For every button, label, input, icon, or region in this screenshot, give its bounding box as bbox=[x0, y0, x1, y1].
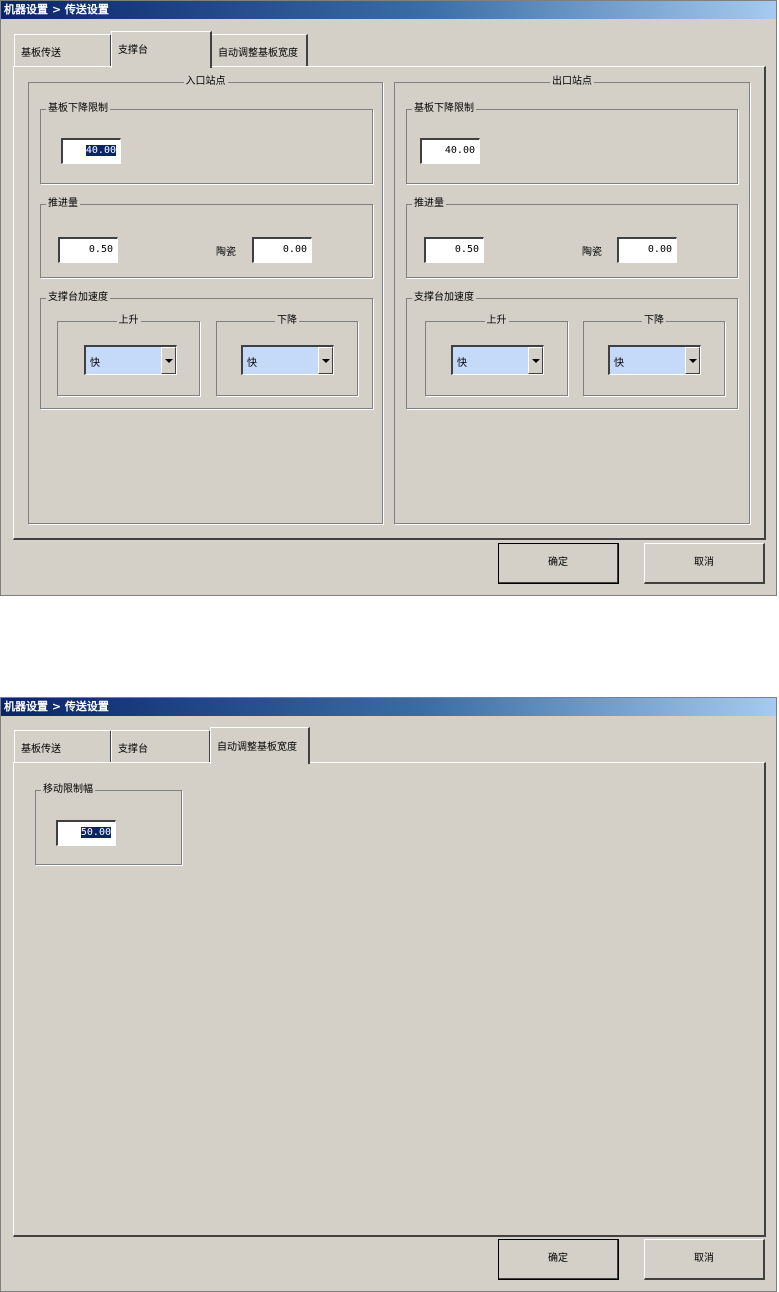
entry-speed-label: 支撑台加速度 bbox=[46, 291, 110, 305]
entry-ceramic-label: 陶瓷 bbox=[216, 247, 236, 258]
exit-speed-group: 支撑台加速度 上升 快 下降 快 bbox=[406, 291, 738, 409]
entry-station-title: 入口站点 bbox=[183, 75, 228, 89]
exit-up-label: 上升 bbox=[484, 314, 509, 328]
move-limit-label: 移动限制幅 bbox=[41, 783, 95, 797]
exit-down-label: 下降 bbox=[642, 314, 666, 328]
ok-button[interactable]: 确定 bbox=[498, 543, 619, 584]
entry-up-group: 上升 快 bbox=[57, 314, 200, 396]
dialog-auto-width: 机器设置 > 传送设置 基板传送 支撑台 自动调整基板宽度 移动限制幅 50.0… bbox=[0, 697, 777, 1292]
tab-label: 基板传送 bbox=[21, 48, 61, 59]
chevron-down-icon[interactable] bbox=[161, 347, 176, 374]
chevron-down-icon[interactable] bbox=[685, 347, 700, 374]
entry-up-select[interactable]: 快 bbox=[84, 345, 177, 375]
exit-down-select[interactable]: 快 bbox=[608, 345, 701, 375]
tab-label: 自动调整基板宽度 bbox=[218, 48, 298, 59]
exit-station-title: 出口站点 bbox=[550, 75, 594, 89]
tab-substrate-transfer[interactable]: 基板传送 bbox=[14, 34, 112, 66]
cancel-button[interactable]: 取消 bbox=[644, 1239, 765, 1280]
tab-support-table[interactable]: 支撑台 bbox=[111, 730, 211, 762]
entry-ceramic-input[interactable]: 0.00 bbox=[252, 237, 312, 263]
entry-down-group: 下降 快 bbox=[216, 314, 358, 396]
exit-speed-label: 支撑台加速度 bbox=[412, 291, 476, 305]
tab-label: 基板传送 bbox=[21, 744, 61, 755]
chevron-down-icon[interactable] bbox=[528, 347, 543, 374]
window-title: 机器设置 > 传送设置 bbox=[1, 698, 776, 716]
entry-push-input[interactable]: 0.50 bbox=[58, 237, 118, 263]
tab-auto-width[interactable]: 自动调整基板宽度 bbox=[211, 34, 308, 66]
entry-up-label: 上升 bbox=[116, 314, 141, 328]
entry-speed-group: 支撑台加速度 上升 快 下降 快 bbox=[40, 291, 373, 409]
exit-ceramic-input[interactable]: 0.00 bbox=[617, 237, 677, 263]
entry-down-label: 下降 bbox=[275, 314, 299, 328]
entry-lower-limit-input[interactable]: 40.00 bbox=[61, 138, 121, 164]
entry-push-group: 推进量 0.50 陶瓷 0.00 bbox=[40, 197, 373, 278]
tab-panel: 移动限制幅 50.00 bbox=[13, 762, 766, 1237]
exit-up-select[interactable]: 快 bbox=[451, 345, 544, 375]
window-title: 机器设置 > 传送设置 bbox=[1, 1, 776, 19]
ok-button[interactable]: 确定 bbox=[498, 1239, 619, 1280]
exit-push-group: 推进量 0.50 陶瓷 0.00 bbox=[406, 197, 738, 278]
tab-label: 支撑台 bbox=[118, 45, 148, 56]
chevron-down-icon[interactable] bbox=[318, 347, 333, 374]
entry-station-group: 入口站点 基板下降限制 40.00 推进量 0.50 陶瓷 0.00 支撑台加速… bbox=[28, 75, 383, 524]
exit-up-group: 上升 快 bbox=[425, 314, 568, 396]
exit-down-group: 下降 快 bbox=[583, 314, 725, 396]
dialog-support-table: 机器设置 > 传送设置 基板传送 支撑台 自动调整基板宽度 入口站点 基板下降限… bbox=[0, 0, 777, 596]
tab-label: 支撑台 bbox=[118, 744, 148, 755]
tab-support-table[interactable]: 支撑台 bbox=[111, 31, 212, 68]
exit-ceramic-label: 陶瓷 bbox=[582, 247, 602, 258]
exit-lower-limit-input[interactable]: 40.00 bbox=[420, 138, 480, 164]
entry-push-label: 推进量 bbox=[46, 197, 80, 211]
exit-lower-limit-label: 基板下降限制 bbox=[412, 102, 476, 116]
entry-lower-limit-label: 基板下降限制 bbox=[46, 102, 110, 116]
tab-auto-width[interactable]: 自动调整基板宽度 bbox=[210, 727, 310, 764]
cancel-button[interactable]: 取消 bbox=[644, 543, 765, 584]
entry-lower-limit-group: 基板下降限制 40.00 bbox=[40, 102, 373, 184]
exit-push-label: 推进量 bbox=[412, 197, 446, 211]
tab-label: 自动调整基板宽度 bbox=[217, 742, 297, 753]
tab-substrate-transfer[interactable]: 基板传送 bbox=[14, 730, 112, 762]
move-limit-group: 移动限制幅 50.00 bbox=[35, 783, 182, 865]
tab-panel: 入口站点 基板下降限制 40.00 推进量 0.50 陶瓷 0.00 支撑台加速… bbox=[13, 66, 766, 540]
exit-push-input[interactable]: 0.50 bbox=[424, 237, 484, 263]
exit-station-group: 出口站点 基板下降限制 40.00 推进量 0.50 陶瓷 0.00 支撑台加速… bbox=[394, 75, 750, 524]
exit-lower-limit-group: 基板下降限制 40.00 bbox=[406, 102, 738, 184]
move-limit-input[interactable]: 50.00 bbox=[56, 820, 116, 846]
entry-down-select[interactable]: 快 bbox=[241, 345, 334, 375]
